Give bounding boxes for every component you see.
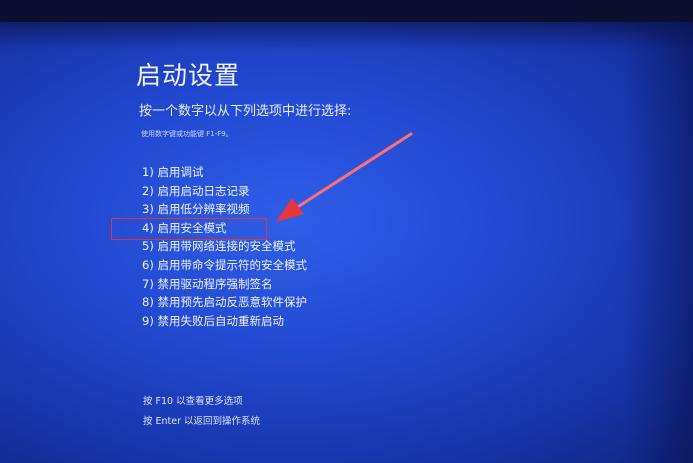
f10-more-options-text: 按 F10 以查看更多选项 xyxy=(143,396,243,407)
startup-settings-screen: 启动设置 按一个数字以从下列选项中进行选择: 使用数字键或功能键 F1-F9。 … xyxy=(0,22,693,463)
enter-return-os-text: 按 Enter 以返回到操作系统 xyxy=(143,416,261,427)
red-arrow-icon xyxy=(276,132,413,222)
footer-instructions: 按 F10 以查看更多选项 按 Enter 以返回到操作系统 xyxy=(143,392,260,432)
